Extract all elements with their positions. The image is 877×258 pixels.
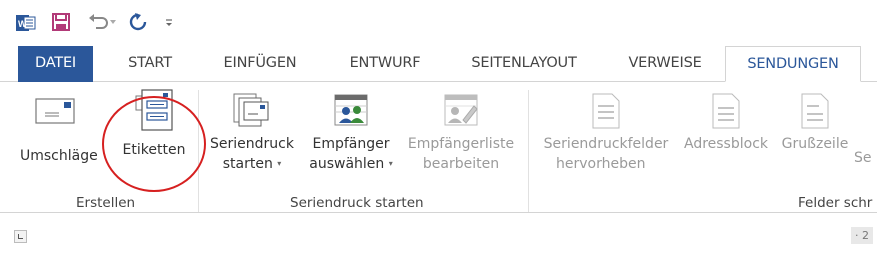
empfaengerliste-bearbeiten-line2: bearbeiten [422, 156, 500, 172]
tab-verweise[interactable]: VERWEISE [608, 46, 722, 82]
greeting-line-icon [801, 93, 829, 129]
svg-text:W: W [18, 19, 27, 29]
highlight-merge-fields-icon [592, 93, 620, 129]
empfaengerliste-bearbeiten-button[interactable]: Empfängerliste bearbeiten [402, 92, 520, 174]
ruler-number: · 2 [851, 227, 873, 244]
seriendruck-starten-line1: Seriendruck [210, 136, 294, 152]
save-icon[interactable] [52, 13, 70, 31]
tab-seitenlayout[interactable]: SEITENLAYOUT [444, 46, 604, 82]
se-label: Se [854, 150, 872, 166]
edit-recipient-list-icon [444, 94, 478, 126]
tab-start[interactable]: START [110, 46, 190, 82]
empfaenger-auswaehlen-line1: Empfänger [312, 136, 390, 152]
ribbon-tab-bar: DATEI START EINFÜGEN ENTWURF SEITENLAYOU… [0, 46, 877, 82]
ribbon-panel: Umschläge Etiketten Erstellen Seriendruc… [0, 82, 877, 212]
ruler-row: · 2 [0, 213, 877, 258]
empfaengerliste-bearbeiten-line1: Empfängerliste [407, 136, 515, 152]
seriendruck-starten-line2: starten [222, 156, 273, 172]
adressblock-label: Adressblock [683, 136, 768, 152]
group-separator [198, 90, 199, 212]
labels-icon [135, 89, 173, 131]
group-separator [528, 90, 529, 212]
group-label-felder: Felder schr [798, 195, 873, 211]
customize-qat-icon[interactable] [164, 18, 174, 28]
quick-access-toolbar: W [0, 0, 877, 46]
etiketten-button[interactable]: Etiketten [116, 88, 192, 160]
tab-entwurf[interactable]: ENTWURF [326, 46, 444, 82]
empfaenger-auswaehlen-button[interactable]: Empfänger auswählen ▾ [302, 92, 400, 174]
group-label-seriendruck-starten: Seriendruck starten [290, 195, 424, 211]
seriendruckfelder-hervorheben-button[interactable]: Seriendruckfelder hervorheben [536, 92, 676, 174]
tab-einfuegen[interactable]: EINFÜGEN [200, 46, 320, 82]
select-recipients-icon [334, 94, 368, 126]
tab-sendungen[interactable]: SENDUNGEN [725, 46, 861, 82]
group-label-erstellen: Erstellen [76, 195, 136, 211]
grusszeile-label: Grußzeile [781, 136, 849, 152]
undo-icon[interactable] [88, 13, 108, 31]
chevron-down-icon: ▾ [277, 159, 282, 168]
etiketten-label: Etiketten [122, 142, 186, 158]
seriendruckfelder-line2: hervorheben [556, 156, 646, 172]
seriendruckfeld-einfuegen-button[interactable]: Se [854, 148, 877, 168]
grusszeile-button[interactable]: Grußzeile [776, 92, 854, 154]
seriendruck-starten-button[interactable]: Seriendruck starten ▾ [204, 92, 300, 174]
tab-selector-icon[interactable] [14, 230, 27, 243]
empfaenger-auswaehlen-line2: auswählen [309, 156, 385, 172]
adressblock-button[interactable]: Adressblock [676, 92, 776, 154]
undo-dropdown-icon[interactable] [110, 20, 116, 25]
seriendruckfelder-line1: Seriendruckfelder [543, 136, 669, 152]
word-app-icon[interactable]: W [16, 13, 36, 33]
redo-icon[interactable] [128, 12, 148, 32]
address-block-icon [712, 93, 740, 129]
tab-datei[interactable]: DATEI [18, 46, 93, 82]
start-mail-merge-icon [233, 93, 269, 127]
umschlaege-button[interactable]: Umschläge [20, 96, 98, 166]
chevron-down-icon: ▾ [388, 159, 393, 168]
envelope-icon [35, 98, 75, 124]
umschlaege-label: Umschläge [20, 148, 98, 164]
